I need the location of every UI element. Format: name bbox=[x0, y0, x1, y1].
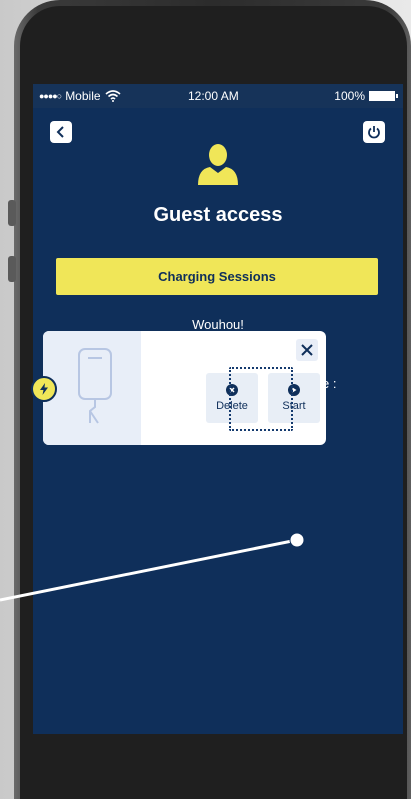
carrier-label: Mobile bbox=[65, 89, 101, 103]
charging-sessions-button[interactable]: Charging Sessions bbox=[56, 258, 378, 295]
wifi-icon bbox=[105, 90, 121, 102]
phone-side-button bbox=[8, 256, 16, 282]
page-title: Guest access bbox=[153, 204, 283, 226]
power-button[interactable] bbox=[363, 121, 385, 143]
phone-side-button bbox=[8, 200, 16, 226]
battery-icon bbox=[369, 91, 398, 101]
start-focus-ring bbox=[229, 367, 293, 431]
back-button[interactable] bbox=[50, 121, 72, 143]
clock: 12:00 AM bbox=[188, 89, 239, 103]
user-icon bbox=[198, 144, 238, 185]
bolt-badge bbox=[31, 376, 57, 402]
charger-icon bbox=[78, 348, 112, 424]
status-left: ●●●●○ Mobile bbox=[39, 89, 121, 103]
battery-label: 100% bbox=[334, 89, 365, 103]
status-right: 100% bbox=[334, 89, 398, 103]
close-icon bbox=[301, 344, 313, 356]
signal-icon: ●●●●○ bbox=[39, 91, 62, 101]
chevron-left-icon bbox=[56, 126, 64, 138]
charger-image-panel bbox=[43, 331, 141, 445]
bolt-icon bbox=[40, 383, 48, 395]
status-bar: ●●●●○ Mobile 12:00 AM 100% bbox=[33, 84, 403, 108]
power-icon bbox=[368, 126, 380, 139]
close-card-button[interactable] bbox=[296, 339, 318, 361]
